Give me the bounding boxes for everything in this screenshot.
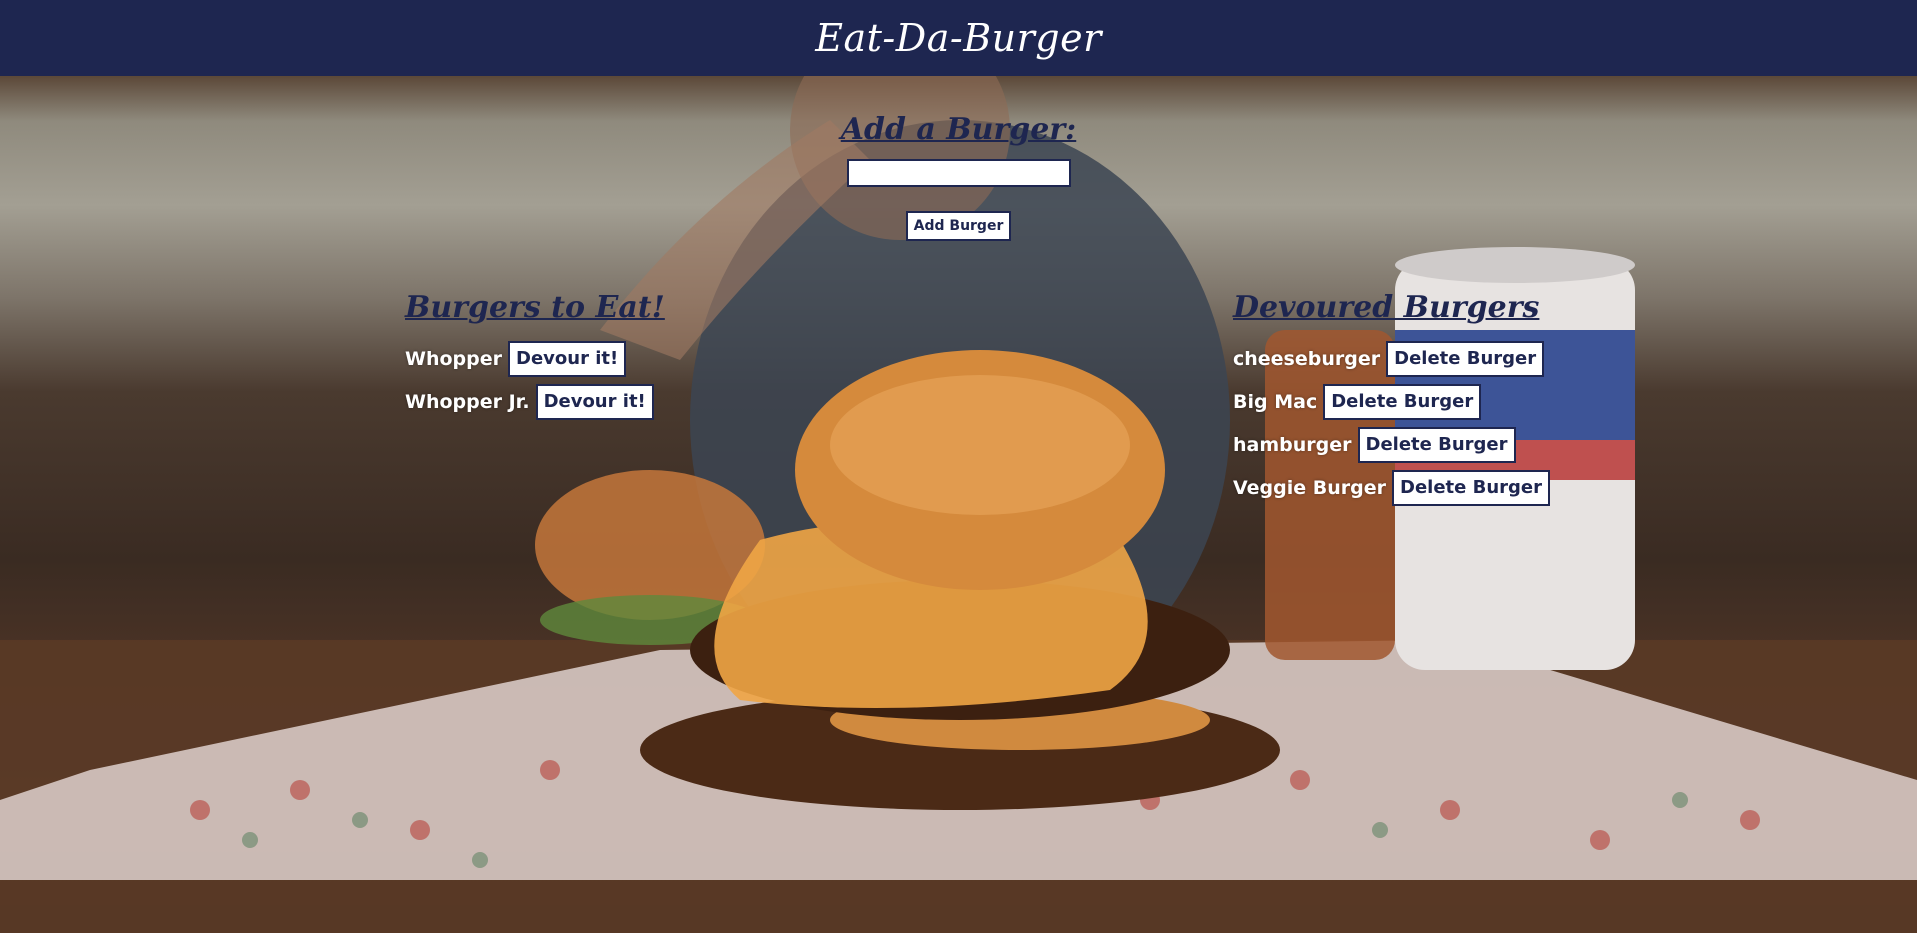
- list-item: Big Mac Delete Burger: [1233, 380, 1550, 423]
- burger-name: Big Mac: [1233, 390, 1318, 413]
- devoured-burgers-section: Devoured Burgers cheeseburger Delete Bur…: [1233, 290, 1551, 509]
- list-item: Whopper Jr. Devour it!: [405, 380, 665, 423]
- list-item: cheeseburger Delete Burger: [1233, 337, 1550, 380]
- devoured-burgers-heading: Devoured Burgers: [1233, 290, 1540, 325]
- burger-name: Whopper Jr.: [405, 390, 530, 413]
- delete-burger-button[interactable]: Delete Burger: [1323, 383, 1482, 420]
- app-header: Eat-Da-Burger: [0, 0, 1917, 76]
- add-burger-form: Add a Burger: Add Burger: [0, 112, 1917, 241]
- delete-burger-button[interactable]: Delete Burger: [1386, 340, 1545, 377]
- list-item: Veggie Burger Delete Burger: [1233, 466, 1551, 509]
- add-burger-button[interactable]: Add Burger: [905, 211, 1012, 241]
- burger-name: cheeseburger: [1233, 347, 1381, 370]
- burger-name: Veggie Burger: [1233, 476, 1387, 499]
- delete-burger-button[interactable]: Delete Burger: [1392, 469, 1551, 506]
- add-burger-heading: Add a Burger:: [840, 112, 1077, 147]
- burger-name-input[interactable]: [846, 159, 1071, 187]
- devour-button[interactable]: Devour it!: [508, 340, 627, 377]
- devour-button[interactable]: Devour it!: [535, 383, 654, 420]
- delete-burger-button[interactable]: Delete Burger: [1357, 426, 1516, 463]
- burgers-to-eat-heading: Burgers to Eat!: [405, 290, 665, 325]
- list-item: Whopper Devour it!: [405, 337, 665, 380]
- list-item: hamburger Delete Burger: [1233, 423, 1550, 466]
- burger-name: Whopper: [405, 347, 502, 370]
- burger-name: hamburger: [1233, 433, 1352, 456]
- app-title: Eat-Da-Burger: [815, 16, 1102, 60]
- burgers-to-eat-section: Burgers to Eat! Whopper Devour it! Whopp…: [405, 290, 665, 423]
